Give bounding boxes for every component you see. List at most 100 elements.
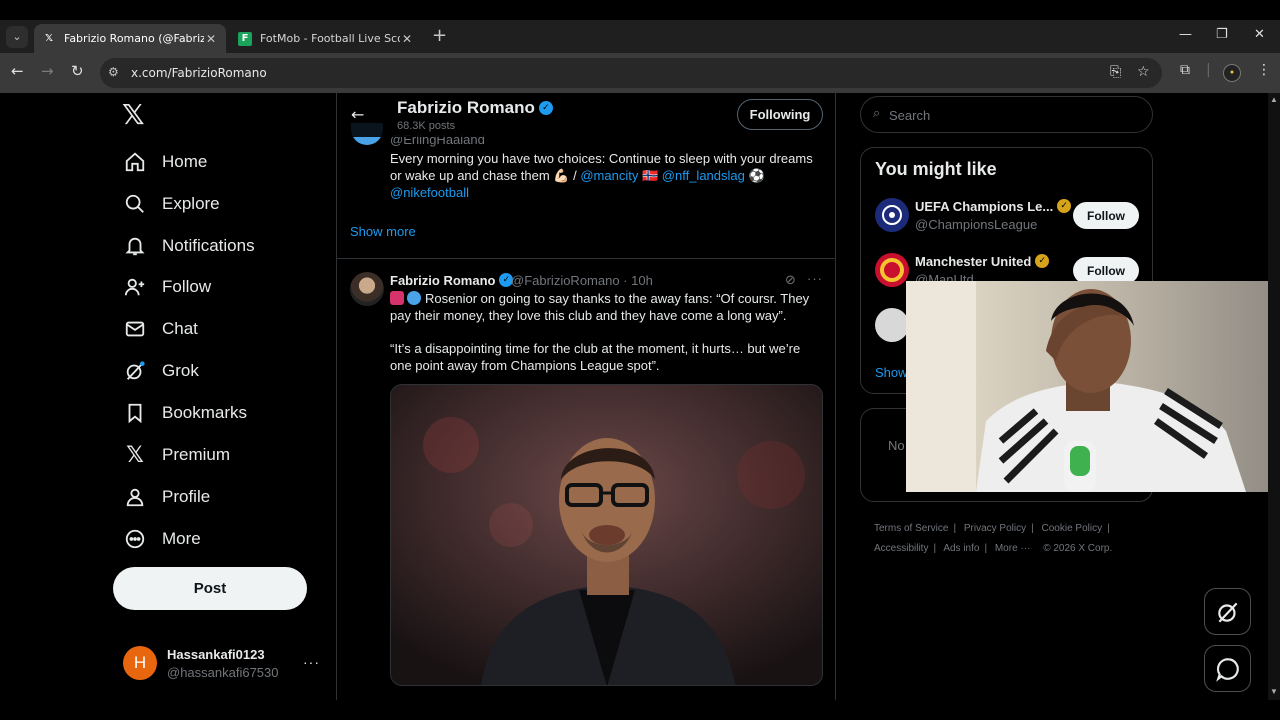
profile-avatar-icon[interactable]: ● <box>1223 64 1241 82</box>
mail-icon <box>122 316 148 342</box>
nav-chat[interactable]: Chat <box>122 312 198 346</box>
x-logo-icon: 𝕏 <box>126 442 144 468</box>
minimize-button[interactable]: — <box>1179 27 1192 42</box>
person-icon <box>122 484 148 510</box>
norway-flag-icon: 🇳🇴 <box>641 168 659 183</box>
url-text[interactable]: x.com/FabrizioRomano <box>131 66 267 80</box>
search-placeholder: Search <box>889 108 931 123</box>
nav-profile[interactable]: Profile <box>122 480 210 514</box>
nav-home[interactable]: Home <box>122 145 207 179</box>
nav-label: Follow <box>162 277 212 296</box>
grok-explain-icon[interactable]: ⊘ <box>785 273 796 288</box>
nav-label: Notifications <box>162 236 255 255</box>
nav-premium[interactable]: 𝕏 Premium <box>122 438 230 472</box>
nav-more[interactable]: More <box>122 522 201 556</box>
show-more-link[interactable]: Show <box>875 365 908 380</box>
profile-name: Fabrizio Romano <box>397 98 553 118</box>
search-icon <box>122 191 148 217</box>
globe-icon <box>407 291 421 305</box>
tweet-author-avatar[interactable] <box>350 272 384 306</box>
suggestion-name[interactable]: UEFA Champions Le... <box>915 199 1072 214</box>
suggestion-handle: @ChampionsLeague <box>915 217 1038 232</box>
follow-button[interactable]: Follow <box>1073 202 1139 229</box>
search-icon: ⌕ <box>873 106 881 121</box>
nav-label: Bookmarks <box>162 403 248 422</box>
install-app-icon[interactable]: ⎘ <box>1110 64 1121 80</box>
tweet-more-icon[interactable]: ··· <box>807 271 823 286</box>
account-more-icon[interactable]: ··· <box>303 654 320 670</box>
football-icon: ⚽ <box>748 168 765 183</box>
tab-fotmob[interactable]: F FotMob - Football Live Scores ✕ <box>230 24 422 53</box>
forward-arrow-icon[interactable]: → <box>41 62 54 80</box>
new-tab-button[interactable]: + <box>432 25 447 46</box>
nav-notifications[interactable]: Notifications <box>122 229 255 263</box>
privacy-link[interactable]: Privacy Policy <box>964 523 1026 534</box>
show-more-link[interactable]: Show more <box>350 224 416 239</box>
suggestion-name-text: Manchester United <box>915 254 1032 269</box>
tab-fabrizio[interactable]: 𝕏 Fabrizio Romano (@FabrizioRomano ✕ <box>34 24 226 53</box>
close-tab-icon[interactable]: ✕ <box>204 32 218 46</box>
tweet-text-line1: Rosenior on going to say thanks to the a… <box>390 290 824 324</box>
card-text: No <box>888 438 905 453</box>
x-logo-icon[interactable]: 𝕏 <box>122 101 148 129</box>
grok-fab-button[interactable] <box>1204 588 1251 635</box>
card-title: You might like <box>875 159 997 179</box>
tweet-text-line2: “It’s a disappointing time for the club … <box>390 341 801 373</box>
follow-button[interactable]: Follow <box>1073 257 1139 284</box>
reload-icon[interactable]: ↻ <box>71 62 84 80</box>
suggestion-name[interactable]: Manchester United <box>915 254 1050 269</box>
screen-top-strip <box>0 0 1280 20</box>
mention-link[interactable]: @mancity <box>580 168 638 183</box>
close-tab-icon[interactable]: ✕ <box>400 32 414 46</box>
tab-search-button[interactable]: ⌄ <box>6 26 28 48</box>
nav-label: More <box>162 529 201 548</box>
back-arrow-icon[interactable]: ← <box>11 62 24 80</box>
nav-follow[interactable]: Follow <box>122 270 211 304</box>
ads-info-link[interactable]: Ads info <box>943 543 979 554</box>
scroll-down-icon[interactable]: ▼ <box>1270 687 1278 696</box>
account-avatar[interactable]: H <box>123 646 157 680</box>
sidebar-footer: Terms of Service | Privacy Policy | Cookie… <box>874 523 1113 554</box>
flag-icon <box>390 291 404 305</box>
nav-explore[interactable]: Explore <box>122 187 220 221</box>
post-button[interactable]: Post <box>113 567 307 610</box>
tweet-author-text: Fabrizio Romano <box>390 273 496 288</box>
suggestion-name-text: UEFA Champions Le... <box>915 199 1054 214</box>
close-window-button[interactable]: ✕ <box>1254 27 1265 42</box>
footer-more-link[interactable]: More ··· <box>995 543 1031 554</box>
site-settings-icon[interactable]: ⚙ <box>108 65 119 79</box>
messages-fab-button[interactable] <box>1204 645 1251 692</box>
grok-icon <box>1217 602 1237 622</box>
mention-link[interactable]: @nikefootball <box>390 185 469 200</box>
bookmark-star-icon[interactable]: ☆ <box>1137 64 1150 80</box>
account-name[interactable]: Hassankafi0123 <box>167 647 265 662</box>
more-circle-icon <box>122 526 148 552</box>
nav-label: Explore <box>162 194 220 213</box>
cookie-link[interactable]: Cookie Policy <box>1042 523 1103 534</box>
mention-link[interactable]: @nff_landslag <box>662 168 745 183</box>
copyright: © 2026 X Corp. <box>1043 543 1113 554</box>
tweet-handle-time[interactable]: @FabrizioRomano · 10h <box>511 273 653 288</box>
nav-grok[interactable]: Grok <box>122 354 199 388</box>
home-icon <box>122 149 148 175</box>
extensions-icon[interactable]: ⧉ <box>1180 62 1190 78</box>
suggestion-avatar[interactable] <box>875 308 909 342</box>
profile-header: ← Fabrizio Romano 68.3K posts Following <box>337 93 835 137</box>
browser-menu-icon[interactable]: ⋮ <box>1257 62 1271 78</box>
uefa-avatar[interactable] <box>875 198 909 232</box>
follow-icon <box>122 274 148 300</box>
following-button[interactable]: Following <box>737 99 823 130</box>
page-scrollbar[interactable]: ▲ ▼ <box>1268 93 1280 700</box>
scroll-up-icon[interactable]: ▲ <box>1270 95 1278 104</box>
manutd-avatar[interactable] <box>875 253 909 287</box>
accessibility-link[interactable]: Accessibility <box>874 543 928 554</box>
nav-bookmarks[interactable]: Bookmarks <box>122 396 247 430</box>
tweet-author-name[interactable]: Fabrizio Romano <box>390 273 514 288</box>
omnibox[interactable]: ⚙ x.com/FabrizioRomano ⎘ ☆ <box>100 58 1162 88</box>
restore-button[interactable]: ❐ <box>1216 27 1228 42</box>
terms-link[interactable]: Terms of Service <box>874 523 948 534</box>
search-box[interactable]: ⌕ Search <box>860 96 1153 133</box>
back-arrow-icon[interactable]: ← <box>351 105 364 124</box>
nav-label: Home <box>162 152 208 171</box>
tweet-media-image[interactable] <box>390 384 823 686</box>
